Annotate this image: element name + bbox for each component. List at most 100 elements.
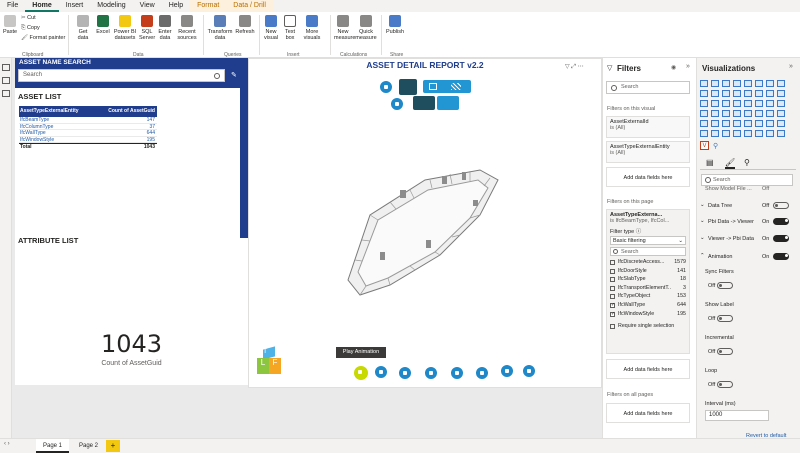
collapse-icon[interactable]: » (789, 63, 793, 70)
visual-type-icon[interactable] (755, 110, 763, 117)
toggle-pbi-to-viewer[interactable] (773, 218, 789, 225)
filter-option[interactable]: IfcTypeObject 153 (610, 292, 686, 301)
visual-type-icon[interactable] (755, 120, 763, 127)
visual-type-icon[interactable] (733, 80, 741, 87)
visual-type-icon[interactable] (755, 130, 763, 137)
visual-type-icon[interactable] (733, 130, 741, 137)
data-view-icon[interactable] (2, 77, 10, 84)
tab-help[interactable]: Help (162, 0, 190, 12)
require-single-selection[interactable]: Require single selection (610, 322, 686, 331)
visual-type-icon[interactable] (766, 100, 774, 107)
section-pbi-to-viewer[interactable]: Pbi Data -> Viewer (708, 219, 754, 225)
visual-type-icon[interactable] (744, 90, 752, 97)
page-tab-1[interactable]: Page 1 (36, 439, 70, 453)
report-view-icon[interactable] (2, 64, 10, 71)
magnify-icon[interactable]: ⚲ (713, 142, 718, 150)
visual-type-icon[interactable] (700, 120, 708, 127)
toggle-sync-filters[interactable] (717, 282, 733, 289)
checkbox-checked[interactable] (610, 311, 615, 317)
settings-icon[interactable] (522, 364, 536, 378)
filter-icon[interactable]: ▽ (565, 64, 570, 70)
fields-tab-icon[interactable]: ▤ (706, 158, 714, 167)
visual-type-icon[interactable] (766, 130, 774, 137)
checkbox[interactable] (610, 324, 615, 330)
visual-type-icon[interactable] (733, 120, 741, 127)
checkbox[interactable] (610, 260, 615, 265)
visual-type-icon[interactable] (744, 80, 752, 87)
tab-modeling[interactable]: Modeling (90, 0, 132, 12)
visual-type-icon[interactable] (722, 100, 730, 107)
filter-search-input[interactable]: Search (606, 81, 690, 94)
scissors-icon[interactable] (450, 366, 464, 380)
cut-button[interactable]: ✂ Cut (21, 15, 36, 21)
visual-type-icon[interactable] (744, 120, 752, 127)
checkbox[interactable] (610, 277, 615, 283)
tab-view[interactable]: View (133, 0, 162, 12)
visual-type-icon[interactable] (755, 100, 763, 107)
visual-type-icon[interactable] (711, 100, 719, 107)
add-data-fields-page[interactable]: Add data fields here (606, 359, 690, 379)
new-visual-button[interactable]: New visual (263, 15, 279, 41)
visual-type-icon[interactable] (711, 130, 719, 137)
format-search-input[interactable]: Search (701, 174, 793, 186)
add-data-fields-all[interactable]: Add data fields here (606, 403, 690, 423)
filter-option[interactable]: IfcWallType644 (610, 301, 686, 310)
visual-type-icon[interactable] (722, 80, 730, 87)
visual-type-icon[interactable] (755, 90, 763, 97)
move-icon[interactable] (374, 365, 388, 379)
toggle-show-label[interactable] (717, 315, 733, 322)
visual-type-icon[interactable] (722, 110, 730, 117)
visual-type-icon[interactable] (733, 100, 741, 107)
visual-type-icon[interactable] (777, 130, 785, 137)
enter-data-button[interactable]: Enter data (157, 15, 173, 41)
tab-home[interactable]: Home (25, 0, 59, 12)
filter-list-search[interactable]: Search (610, 247, 686, 256)
filter-option[interactable]: IfcDoorStyle 141 (610, 267, 686, 276)
visual-type-icon[interactable] (777, 100, 785, 107)
tab-file[interactable]: File (0, 0, 25, 12)
more-options-icon[interactable]: ⋯ (578, 64, 584, 70)
focus-mode-icon[interactable]: ⤢ (571, 64, 576, 70)
visual-type-icon[interactable] (766, 120, 774, 127)
paste-button[interactable]: Paste (3, 15, 17, 35)
page-filter-card[interactable]: AssetTypeExterna... is IfcBeamType, IfcC… (606, 209, 690, 354)
transform-data-button[interactable]: Transform data (207, 15, 233, 41)
visual-type-icon[interactable] (777, 120, 785, 127)
custom-visual-icon[interactable]: V (700, 141, 709, 150)
visual-type-icon[interactable] (700, 100, 708, 107)
page-nav-arrows[interactable]: ‹ › (4, 441, 10, 447)
asset-search-input[interactable]: Search (18, 69, 225, 82)
checkbox[interactable] (610, 294, 615, 300)
add-data-fields-visual[interactable]: Add data fields here (606, 167, 690, 187)
target-icon[interactable] (413, 96, 435, 110)
camera-snapshot-icon[interactable] (500, 364, 514, 378)
pbi-datasets-button[interactable]: Power BI datasets (113, 15, 137, 41)
checkbox[interactable] (610, 285, 615, 291)
visual-type-icon[interactable] (777, 80, 785, 87)
toggle-loop[interactable] (717, 381, 733, 388)
visual-type-icon[interactable] (744, 100, 752, 107)
expand-down-icon[interactable] (379, 80, 393, 94)
copy-view-icon[interactable] (429, 83, 437, 90)
toggle-animation[interactable] (773, 253, 789, 260)
filter-option[interactable]: IfcTransportElementT... 3 (610, 284, 686, 293)
filter-option[interactable]: IfcDiscreteAccess... 1579 (610, 258, 686, 267)
funnel-icon[interactable] (437, 96, 459, 110)
hatch-icon[interactable] (451, 83, 461, 90)
visual-type-icon[interactable] (744, 130, 752, 137)
visual-type-icon[interactable] (755, 80, 763, 87)
interval-input[interactable]: 1000 (705, 410, 769, 421)
visual-type-icon[interactable] (777, 90, 785, 97)
more-visuals-button[interactable]: More visuals (301, 15, 323, 41)
toggle-viewer-to-pbi[interactable] (773, 235, 789, 242)
select-box-icon[interactable] (398, 366, 412, 380)
publish-button[interactable]: Publish (385, 15, 405, 35)
filter-option[interactable]: IfcWindowStyle195 (610, 310, 686, 319)
eraser-icon[interactable]: ✎ (231, 71, 237, 79)
copy-button[interactable]: ⎘ Copy (21, 25, 40, 31)
recent-sources-button[interactable]: Recent sources (175, 15, 199, 41)
visual-type-icon[interactable] (766, 90, 774, 97)
camera-icon[interactable] (399, 79, 417, 95)
format-painter-button[interactable]: 🖌 Format painter (21, 35, 65, 41)
toggle-incremental[interactable] (717, 348, 733, 355)
